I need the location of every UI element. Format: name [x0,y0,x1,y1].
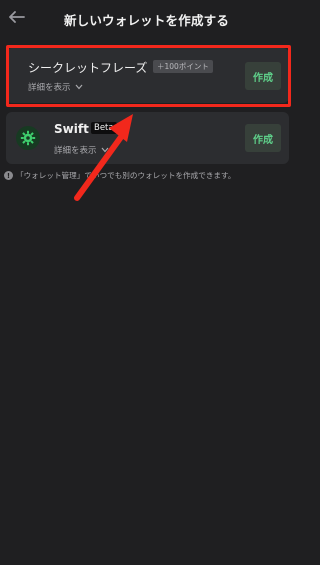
chevron-down-icon [101,147,109,153]
info-note: ! 「ウォレット管理」でいつでも別のウォレットを作成できます。 [4,170,235,181]
create-button[interactable]: 作成 [245,62,281,90]
page-title: 新しいウォレットを作成する [63,13,230,28]
details-label: 詳細を表示 [28,83,71,93]
beta-badge: Beta [91,122,117,134]
details-label: 詳細を表示 [54,146,97,156]
option-title: Swift [54,122,89,136]
show-details-link[interactable]: 詳細を表示 [54,144,109,156]
create-button[interactable]: 作成 [245,124,281,152]
info-note-text: 「ウォレット管理」でいつでも別のウォレットを作成できます。 [16,171,236,180]
points-badge: ＋100ポイント [153,60,213,73]
option-title: シークレットフレーズ [28,61,148,75]
show-details-link[interactable]: 詳細を表示 [28,81,83,93]
chevron-down-icon [75,84,83,90]
wallet-option-secret-phrase[interactable]: シークレットフレーズ ＋100ポイント 詳細を表示 作成 [6,48,289,103]
info-icon: ! [4,171,13,180]
wallet-option-swift[interactable]: Swift Beta 詳細を表示 作成 [6,112,289,164]
header: 新しいウォレットを作成する [0,0,293,38]
swift-gear-icon [16,126,40,150]
